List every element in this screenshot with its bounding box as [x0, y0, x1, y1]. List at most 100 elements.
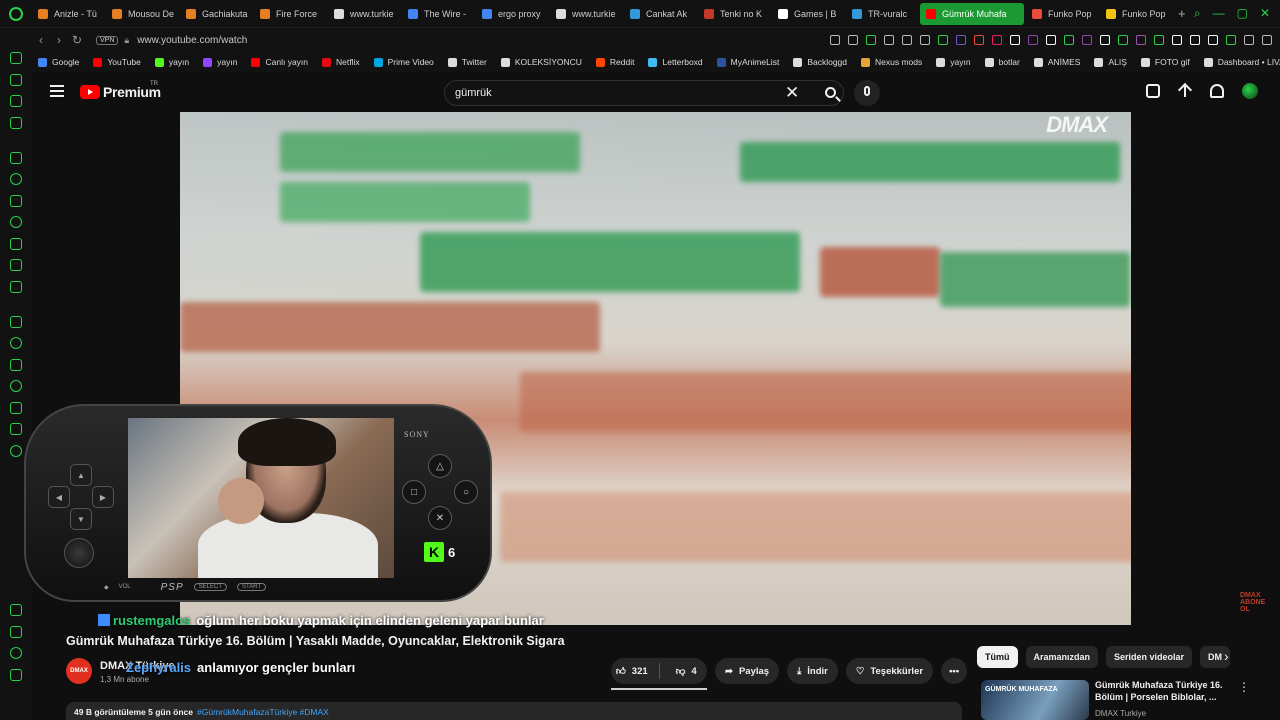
extensions-icon[interactable]: [10, 423, 22, 435]
downloads-icon[interactable]: [10, 401, 22, 414]
whatsapp-icon[interactable]: [10, 216, 22, 228]
lock-icon[interactable]: 🔒︎: [124, 35, 129, 46]
extension-icon[interactable]: [1046, 35, 1056, 45]
like-button[interactable]: 👍︎ 321: [611, 658, 653, 684]
bookmark-item[interactable]: Reddit: [595, 57, 634, 67]
discord-icon[interactable]: [10, 280, 22, 293]
url-field[interactable]: www.youtube.com/watch: [137, 35, 247, 46]
extension-icon[interactable]: [1082, 35, 1092, 45]
extension-icon[interactable]: [1244, 35, 1254, 45]
gx-ads-icon[interactable]: [10, 116, 22, 129]
forward-icon[interactable]: ›: [50, 33, 68, 47]
opera-gx-logo[interactable]: [0, 0, 32, 28]
browser-tab[interactable]: Funko Pop: [1100, 3, 1172, 25]
more-vertical-icon[interactable]: ⋮: [1238, 680, 1250, 694]
extension-icon[interactable]: [938, 35, 948, 45]
extension-icon[interactable]: [992, 35, 1002, 45]
messenger-icon[interactable]: [10, 52, 22, 64]
bookmark-item[interactable]: Netflix: [322, 57, 360, 67]
browser-tab[interactable]: www.turkie: [328, 3, 400, 25]
filter-chip[interactable]: Tümü: [977, 646, 1018, 668]
search-button[interactable]: [817, 82, 843, 104]
aria-icon[interactable]: [10, 151, 22, 164]
bookmark-item[interactable]: ANİMES: [1033, 57, 1080, 67]
hashtags[interactable]: #GümrükMuhafazaTürkiye #DMAX: [197, 707, 329, 717]
extension-icon[interactable]: [1208, 35, 1218, 45]
extension-icon[interactable]: [920, 35, 930, 45]
channel-avatar[interactable]: DMAX: [66, 658, 92, 684]
browser-tab[interactable]: TR-vuralc: [846, 3, 918, 25]
browser-tab[interactable]: Mousou De: [106, 3, 178, 25]
bookmark-item[interactable]: yayın: [203, 57, 237, 67]
upload-icon[interactable]: [1178, 84, 1192, 98]
account-avatar[interactable]: [1242, 83, 1258, 99]
youtube-logo-icon[interactable]: [80, 85, 100, 99]
bookmark-item[interactable]: Nexus mods: [861, 57, 922, 67]
wallet-icon[interactable]: [10, 604, 22, 616]
share-button[interactable]: ➦ Paylaş: [715, 658, 780, 684]
extension-icon[interactable]: [1190, 35, 1200, 45]
gx-control-icon[interactable]: [10, 358, 22, 371]
extension-icon[interactable]: [1064, 35, 1074, 45]
browser-tab[interactable]: Anizle - Tü: [32, 3, 104, 25]
gx-corner-icon[interactable]: [10, 73, 22, 86]
search-box[interactable]: gümrük ✕: [444, 80, 844, 106]
extension-icon[interactable]: [902, 35, 912, 45]
recommendation-thumbnail[interactable]: GÜMRÜK MUHAFAZA: [981, 680, 1089, 720]
browser-tab[interactable]: www.turkie: [550, 3, 622, 25]
extension-icon[interactable]: [1118, 35, 1128, 45]
vpn-badge[interactable]: VPN: [96, 35, 119, 45]
bookmark-item[interactable]: Google: [38, 57, 79, 67]
extension-icon[interactable]: [830, 35, 840, 45]
extension-icon[interactable]: [1172, 35, 1182, 45]
speed-dial-icon[interactable]: [10, 315, 22, 328]
extension-icon[interactable]: [866, 35, 876, 45]
extension-icon[interactable]: [1136, 35, 1146, 45]
description-box[interactable]: 49 B görüntüleme 5 gün önce #GümrükMuhafa…: [66, 702, 962, 720]
browser-tab[interactable]: Gümrük Muhafa: [920, 2, 1024, 25]
cast-icon[interactable]: [1146, 84, 1160, 98]
extension-icon[interactable]: [974, 35, 984, 45]
more-actions-button[interactable]: •••: [941, 658, 968, 684]
extension-icon[interactable]: [1010, 35, 1020, 45]
bookmark-item[interactable]: Backloggd: [793, 57, 847, 67]
voice-search-button[interactable]: [854, 80, 880, 106]
notifications-icon[interactable]: [1210, 84, 1224, 98]
browser-tab[interactable]: Games | B: [772, 3, 844, 25]
bookmark-item[interactable]: Prime Video: [373, 57, 434, 67]
extension-icon[interactable]: [956, 35, 966, 45]
bookmark-item[interactable]: yayın: [936, 57, 971, 67]
recommendation-title[interactable]: Gümrük Muhafaza Türkiye 16. Bölüm | Pors…: [1095, 680, 1230, 703]
bookmark-item[interactable]: Canlı yayın: [251, 57, 308, 67]
chevron-right-icon[interactable]: ›: [1224, 648, 1229, 664]
new-tab-button[interactable]: +: [1178, 6, 1186, 21]
browser-tab[interactable]: Fire Force: [254, 3, 326, 25]
extension-icon[interactable]: [1028, 35, 1038, 45]
search-input[interactable]: gümrük: [455, 87, 492, 99]
browser-tab[interactable]: Funko Pop: [1026, 3, 1098, 25]
filter-chip[interactable]: Seriden videolar: [1106, 646, 1193, 668]
bookmark-item[interactable]: MyAnimeList: [716, 57, 779, 67]
music-icon[interactable]: [10, 647, 22, 659]
download-button[interactable]: ⤓ İndir: [787, 658, 838, 684]
bookmark-item[interactable]: yayın: [154, 57, 189, 67]
back-icon[interactable]: ‹: [32, 33, 50, 47]
bookmark-item[interactable]: KOLEKSİYONCU: [500, 57, 582, 67]
clear-search-icon[interactable]: ✕: [785, 83, 799, 103]
bookmark-item[interactable]: ALIŞ: [1094, 57, 1127, 67]
discord-alt-icon[interactable]: [10, 173, 22, 185]
dmax-subscribe-logo[interactable]: DMAX ABONE OL: [1240, 592, 1270, 613]
gx-icon[interactable]: [10, 668, 22, 681]
browser-tab[interactable]: Gachiakuta: [180, 3, 252, 25]
bookmark-item[interactable]: Letterboxd: [648, 57, 703, 67]
settings-icon[interactable]: [10, 444, 22, 457]
instagram-icon[interactable]: [10, 237, 22, 250]
close-window-icon[interactable]: ✕: [1260, 6, 1270, 21]
bookmark-item[interactable]: YouTube: [93, 57, 141, 67]
extension-icon[interactable]: [848, 35, 858, 45]
extension-icon[interactable]: [1100, 35, 1110, 45]
history-icon[interactable]: [10, 380, 22, 392]
browser-tab[interactable]: Cankat Ak: [624, 3, 696, 25]
thanks-button[interactable]: ♡ Teşekkürler: [845, 658, 934, 684]
reload-icon[interactable]: ↻: [68, 33, 86, 47]
